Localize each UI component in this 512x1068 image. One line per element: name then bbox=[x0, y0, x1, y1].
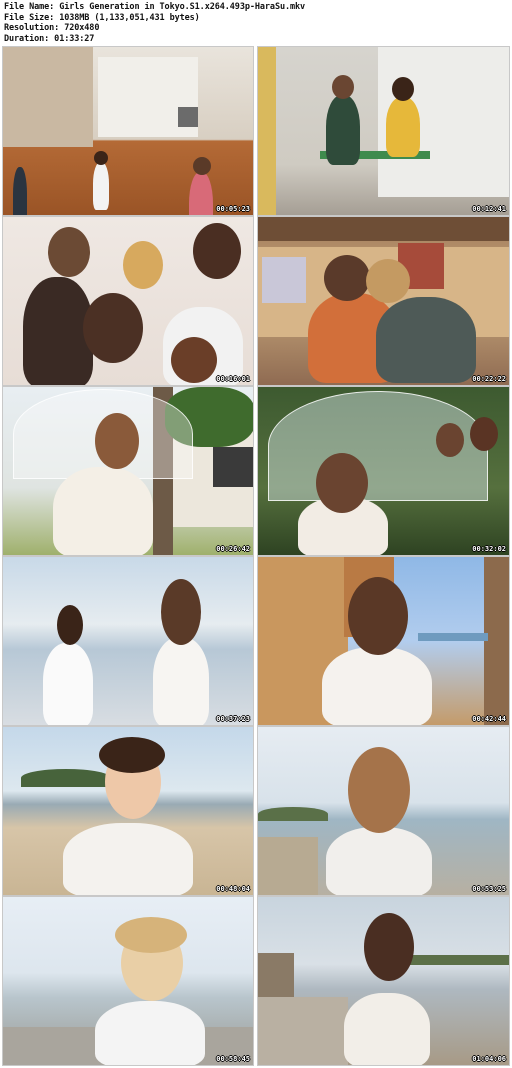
thumbnail-4: 00:22:22 bbox=[257, 216, 510, 386]
timestamp-label: 01:04:06 bbox=[472, 1055, 506, 1063]
timestamp-label: 00:48:04 bbox=[216, 885, 250, 893]
timestamp-label: 00:22:22 bbox=[472, 375, 506, 383]
thumbnail-9: 00:48:04 bbox=[2, 726, 254, 896]
thumbnail-5: 00:26:42 bbox=[2, 386, 254, 556]
thumbnail-11: 00:58:45 bbox=[2, 896, 254, 1066]
thumbnail-12: 01:04:06 bbox=[257, 896, 510, 1066]
thumbnail-1: 00:05:23 bbox=[2, 46, 254, 216]
timestamp-label: 00:16:01 bbox=[216, 375, 250, 383]
timestamp-label: 00:42:44 bbox=[472, 715, 506, 723]
thumbnail-2: 00:12:41 bbox=[257, 46, 510, 216]
thumbnail-6: 00:32:02 bbox=[257, 386, 510, 556]
timestamp-label: 00:32:02 bbox=[472, 545, 506, 553]
file-info-header: File Name: Girls Generation in Tokyo.S1.… bbox=[4, 2, 508, 44]
thumbnail-8: 00:42:44 bbox=[257, 556, 510, 726]
file-size-line: File Size: 1038MB (1,133,051,431 bytes) bbox=[4, 12, 200, 23]
thumbnail-10: 00:53:25 bbox=[257, 726, 510, 896]
timestamp-label: 00:26:42 bbox=[216, 545, 250, 553]
timestamp-label: 00:37:23 bbox=[216, 715, 250, 723]
resolution-line: Resolution: 720x480 bbox=[4, 23, 100, 33]
file-name-line: File Name: Girls Generation in Tokyo.S1.… bbox=[4, 2, 306, 12]
duration-line: Duration: 01:33:27 bbox=[4, 33, 95, 44]
thumbnail-7: 00:37:23 bbox=[2, 556, 254, 726]
timestamp-label: 00:12:41 bbox=[472, 205, 506, 213]
timestamp-label: 00:53:25 bbox=[472, 885, 506, 893]
timestamp-label: 00:58:45 bbox=[216, 1055, 250, 1063]
timestamp-label: 00:05:23 bbox=[216, 205, 250, 213]
thumbnail-3: 00:16:01 bbox=[2, 216, 254, 386]
